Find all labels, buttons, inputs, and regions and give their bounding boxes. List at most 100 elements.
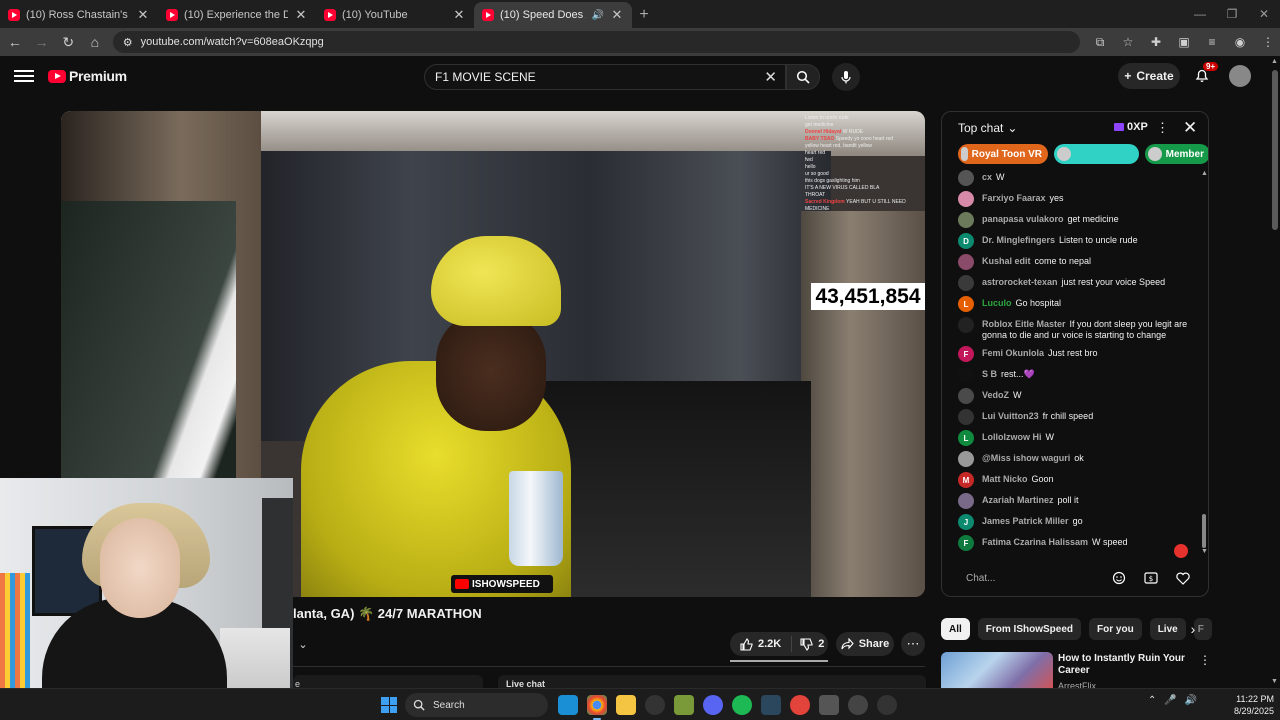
scroll-down-icon[interactable]: ▼ [1201,548,1208,555]
chat-author[interactable]: S B [982,369,997,379]
chat-author[interactable]: @Miss ishow waguri [982,453,1070,463]
browser-menu-icon[interactable]: ⋮ [1256,30,1280,54]
chat-author[interactable]: Farxiyo Faarax [982,193,1046,203]
spotify-icon[interactable] [732,695,752,715]
restore-icon[interactable]: ❐ [1216,0,1248,28]
ticker-chip[interactable]: Royal Toon VR [958,144,1048,164]
super-chat-icon[interactable]: $ [1140,567,1162,589]
browser-tab[interactable]: (10) Ross Chastain's video gam ✕ [0,2,158,28]
chat-author[interactable]: Azariah Martinez [982,495,1054,505]
chat-message[interactable]: Roblox Eitle Master If you dont sleep you… [958,317,1198,341]
page-scrollbar[interactable]: ▲ ▼ [1270,56,1280,688]
scroll-down-icon[interactable]: ▼ [1271,678,1278,685]
filter-chip[interactable]: From IShowSpeed [977,618,1082,640]
chat-input[interactable]: Chat... [954,567,1104,589]
chat-message[interactable]: Azariah Martinez poll it [958,493,1198,509]
chat-message[interactable]: J James Patrick Miller go [958,514,1198,530]
reload-icon[interactable]: ↻ [56,30,80,54]
chat-message[interactable]: panapasa vulakoro get medicine [958,212,1198,228]
split-view-icon[interactable]: ▣ [1172,30,1196,54]
taskbar-clock[interactable]: 11:22 PM 8/29/2025 [1222,693,1274,717]
scroll-thumb[interactable] [1272,70,1278,230]
avatar[interactable] [958,275,974,291]
chat-message[interactable]: F Femi Okunlola Just rest bro [958,346,1198,362]
dislike-button[interactable]: 2 [792,637,832,651]
xp-indicator[interactable]: 0XP [1114,121,1148,133]
back-icon[interactable]: ← [3,30,27,54]
scroll-thumb[interactable] [1202,514,1206,548]
app-icon[interactable] [848,695,868,715]
chat-scrollbar[interactable]: ▲ ▼ [1201,170,1208,556]
chat-author[interactable]: astrorocket-texan [982,277,1058,287]
windows-start-icon[interactable] [381,697,397,713]
chat-message[interactable]: Kushal edit come to nepal [958,254,1198,270]
settings-icon[interactable] [819,695,839,715]
chat-menu-icon[interactable]: ⋮ [1156,120,1169,136]
speaker-icon[interactable]: 🔊 [592,10,604,21]
address-bar[interactable]: ⚙ youtube.com/watch?v=608eaOKzqpg [112,31,1081,53]
close-icon[interactable]: ✕ [610,7,624,23]
avatar[interactable]: L [958,296,974,312]
chat-message[interactable]: @Miss ishow waguri ok [958,451,1198,467]
avatar[interactable] [958,493,974,509]
avatar[interactable] [958,212,974,228]
avatar[interactable]: L [958,430,974,446]
chat-message[interactable]: VedoZ W [958,388,1198,404]
chat-author[interactable]: Kushal edit [982,256,1031,266]
avatar[interactable] [958,409,974,425]
chat-author[interactable]: Lollolzwow Hi [982,432,1042,442]
notifications-button[interactable]: 9+ [1194,62,1219,85]
forward-icon[interactable]: → [30,30,54,54]
heart-icon[interactable] [1172,567,1194,589]
chat-author[interactable]: Lui Vuitton23 [982,411,1039,421]
avatar[interactable]: M [958,472,974,488]
chat-message[interactable]: D Dr. Minglefingers Listen to uncle rude [958,233,1198,249]
app-icon[interactable] [790,695,810,715]
file-explorer-icon[interactable] [616,695,636,715]
filter-chip[interactable]: Live [1149,618,1186,640]
chat-message[interactable]: Lui Vuitton23 fr chill speed [958,409,1198,425]
chat-author[interactable]: Luculo [982,298,1012,308]
search-input[interactable]: F1 MOVIE SCENE ✕ [424,64,786,90]
chrome-icon[interactable] [587,695,607,720]
install-app-icon[interactable]: ⧉ [1088,30,1112,54]
browser-tab[interactable]: (10) YouTube ✕ [316,2,474,28]
discord-icon[interactable] [703,695,723,715]
avatar[interactable] [958,451,974,467]
create-button[interactable]: + Create [1118,63,1180,89]
scroll-up-icon[interactable]: ▲ [1201,170,1208,177]
chat-author[interactable]: Fatima Czarina Halissam [982,537,1088,547]
profile-icon[interactable]: ◉ [1228,30,1252,54]
search-button[interactable] [786,64,820,90]
media-controls-icon[interactable]: ≡ [1200,30,1224,54]
browser-tab[interactable]: (10) Experience the Disaster th ✕ [158,2,316,28]
more-actions-icon[interactable]: ⋯ [901,632,925,656]
obs-icon[interactable] [645,695,665,715]
chat-message[interactable]: astrorocket-texan just rest your voice Sp… [958,275,1198,291]
chat-message[interactable]: S B rest...💜 [958,367,1198,383]
chat-message[interactable]: cx W [958,170,1198,186]
voice-search-button[interactable] [832,63,860,91]
avatar[interactable] [958,170,974,186]
recommendation-thumbnail[interactable] [941,652,1053,690]
close-chat-icon[interactable]: ✕ [1183,118,1197,138]
avatar[interactable] [958,191,974,207]
avatar[interactable]: D [958,233,974,249]
browser-tab-active[interactable]: (10) Speed Does America u 🔊 ✕ [474,2,632,28]
recommendation-title[interactable]: How to Instantly Ruin Your Career [1058,653,1193,677]
chat-author[interactable]: Dr. Minglefingers [982,235,1055,245]
chat-message[interactable]: Farxiyo Faarax yes [958,191,1198,207]
bookmark-star-icon[interactable]: ☆ [1116,30,1140,54]
share-button[interactable]: Share [836,632,894,656]
home-icon[interactable]: ⌂ [83,30,107,54]
chat-author[interactable]: VedoZ [982,390,1009,400]
game-app-icon[interactable] [674,695,694,715]
chat-author[interactable]: Femi Okunlola [982,348,1044,358]
window-close-icon[interactable]: ✕ [1248,0,1280,28]
app-icon[interactable] [877,695,897,715]
chat-mode-selector[interactable]: Top chat ⌄ [958,121,1017,135]
scroll-up-icon[interactable]: ▲ [1271,58,1278,65]
close-icon[interactable]: ✕ [452,7,466,23]
chevron-right-icon[interactable]: › [1183,619,1203,639]
chat-author[interactable]: Roblox Eitle Master [982,319,1066,329]
